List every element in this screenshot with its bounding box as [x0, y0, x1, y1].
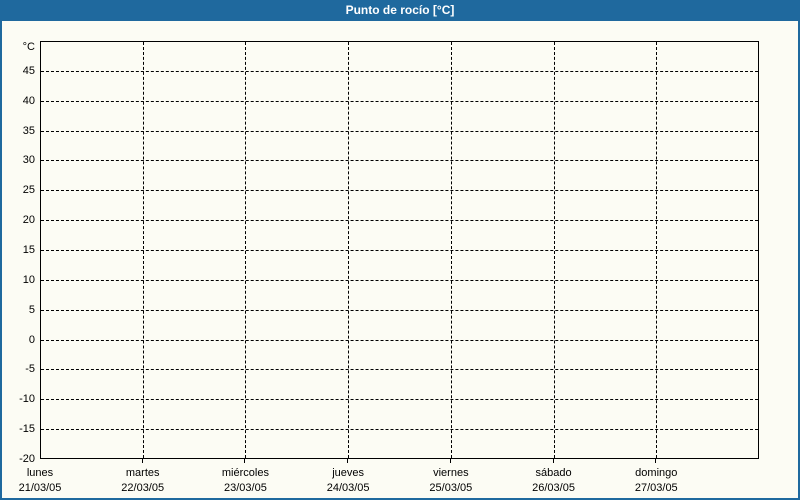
gridline-horizontal	[41, 130, 758, 132]
gridline-horizontal	[41, 190, 758, 192]
x-axis-tick	[347, 459, 349, 463]
x-axis-tick	[141, 459, 143, 463]
gridline-vertical	[553, 42, 555, 458]
gridline-horizontal	[41, 279, 758, 281]
y-axis-label: -20	[19, 453, 35, 465]
y-axis-label: 30	[22, 154, 35, 167]
y-axis-label: 45	[22, 64, 35, 77]
y-axis-label: 0	[28, 333, 35, 346]
gridline-horizontal	[41, 369, 758, 371]
x-axis-tick	[655, 459, 657, 463]
gridline-horizontal	[41, 70, 758, 72]
gridline-vertical	[656, 42, 658, 458]
y-axis-label: 35	[22, 124, 35, 137]
y-axis-label: -15	[19, 423, 35, 436]
gridline-vertical	[348, 42, 350, 458]
gridline-horizontal	[41, 309, 758, 311]
y-axis-label: 15	[22, 244, 35, 256]
gridline-vertical	[450, 42, 452, 458]
gridline-horizontal	[41, 399, 758, 401]
gridline-horizontal	[41, 100, 758, 102]
gridline-horizontal	[41, 339, 758, 341]
chart-title-bar: Punto de rocío [°C]	[2, 2, 798, 21]
x-axis-tick	[244, 459, 246, 463]
x-axis-day-label: domingo	[635, 467, 678, 479]
y-axis-label: 5	[28, 303, 35, 316]
y-axis-label: -10	[19, 393, 35, 406]
gridline-vertical	[245, 42, 247, 458]
gridline-vertical	[142, 42, 144, 458]
plot-area	[40, 41, 759, 459]
y-axis-label: -5	[25, 363, 35, 376]
gridline-horizontal	[41, 220, 758, 222]
gridline-horizontal	[41, 250, 758, 251]
y-axis-label: 25	[22, 184, 35, 197]
chart-title: Punto de rocío [°C]	[345, 3, 455, 17]
y-axis-label: 40	[22, 94, 35, 107]
gridline-horizontal	[41, 160, 758, 162]
gridline-horizontal	[41, 429, 758, 431]
y-axis-label: 10	[22, 273, 35, 286]
y-axis-unit-label: °C	[22, 41, 35, 53]
x-axis-tick	[449, 459, 451, 463]
y-axis-label: 20	[22, 214, 35, 227]
x-axis-tick	[552, 459, 554, 463]
chart-widget: Punto de rocío [°C] 45 40 35 30 25 20 15 10 5 0 -5…	[0, 0, 800, 500]
x-axis-date-label: 27/03/05	[634, 482, 678, 494]
